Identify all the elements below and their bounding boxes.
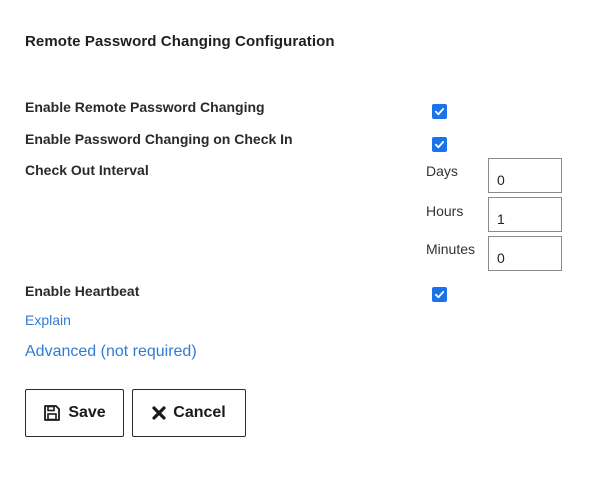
enable-heartbeat-label: Enable Heartbeat <box>25 283 140 299</box>
minutes-label: Minutes <box>426 241 476 257</box>
checkout-interval-label: Check Out Interval <box>25 162 149 178</box>
save-button-label: Save <box>68 404 106 421</box>
check-icon <box>434 108 445 116</box>
days-label: Days <box>426 163 458 179</box>
minutes-input[interactable] <box>488 236 562 271</box>
save-button[interactable]: Save <box>25 389 124 437</box>
x-icon <box>152 406 166 420</box>
enable-checkin-label: Enable Password Changing on Check In <box>25 131 293 147</box>
advanced-link[interactable]: Advanced (not required) <box>25 343 197 361</box>
days-input[interactable] <box>488 158 562 193</box>
check-icon <box>434 141 445 149</box>
enable-rpc-checkbox[interactable] <box>432 104 447 119</box>
enable-rpc-label: Enable Remote Password Changing <box>25 99 265 115</box>
check-icon <box>434 291 445 299</box>
page-title: Remote Password Changing Configuration <box>25 33 335 50</box>
hours-input[interactable] <box>488 197 562 232</box>
cancel-button[interactable]: Cancel <box>132 389 246 437</box>
cancel-button-label: Cancel <box>173 404 226 421</box>
enable-checkin-checkbox[interactable] <box>432 137 447 152</box>
hours-label: Hours <box>426 203 464 219</box>
enable-heartbeat-checkbox[interactable] <box>432 287 447 302</box>
floppy-disk-icon <box>43 404 61 422</box>
explain-link[interactable]: Explain <box>25 312 71 328</box>
